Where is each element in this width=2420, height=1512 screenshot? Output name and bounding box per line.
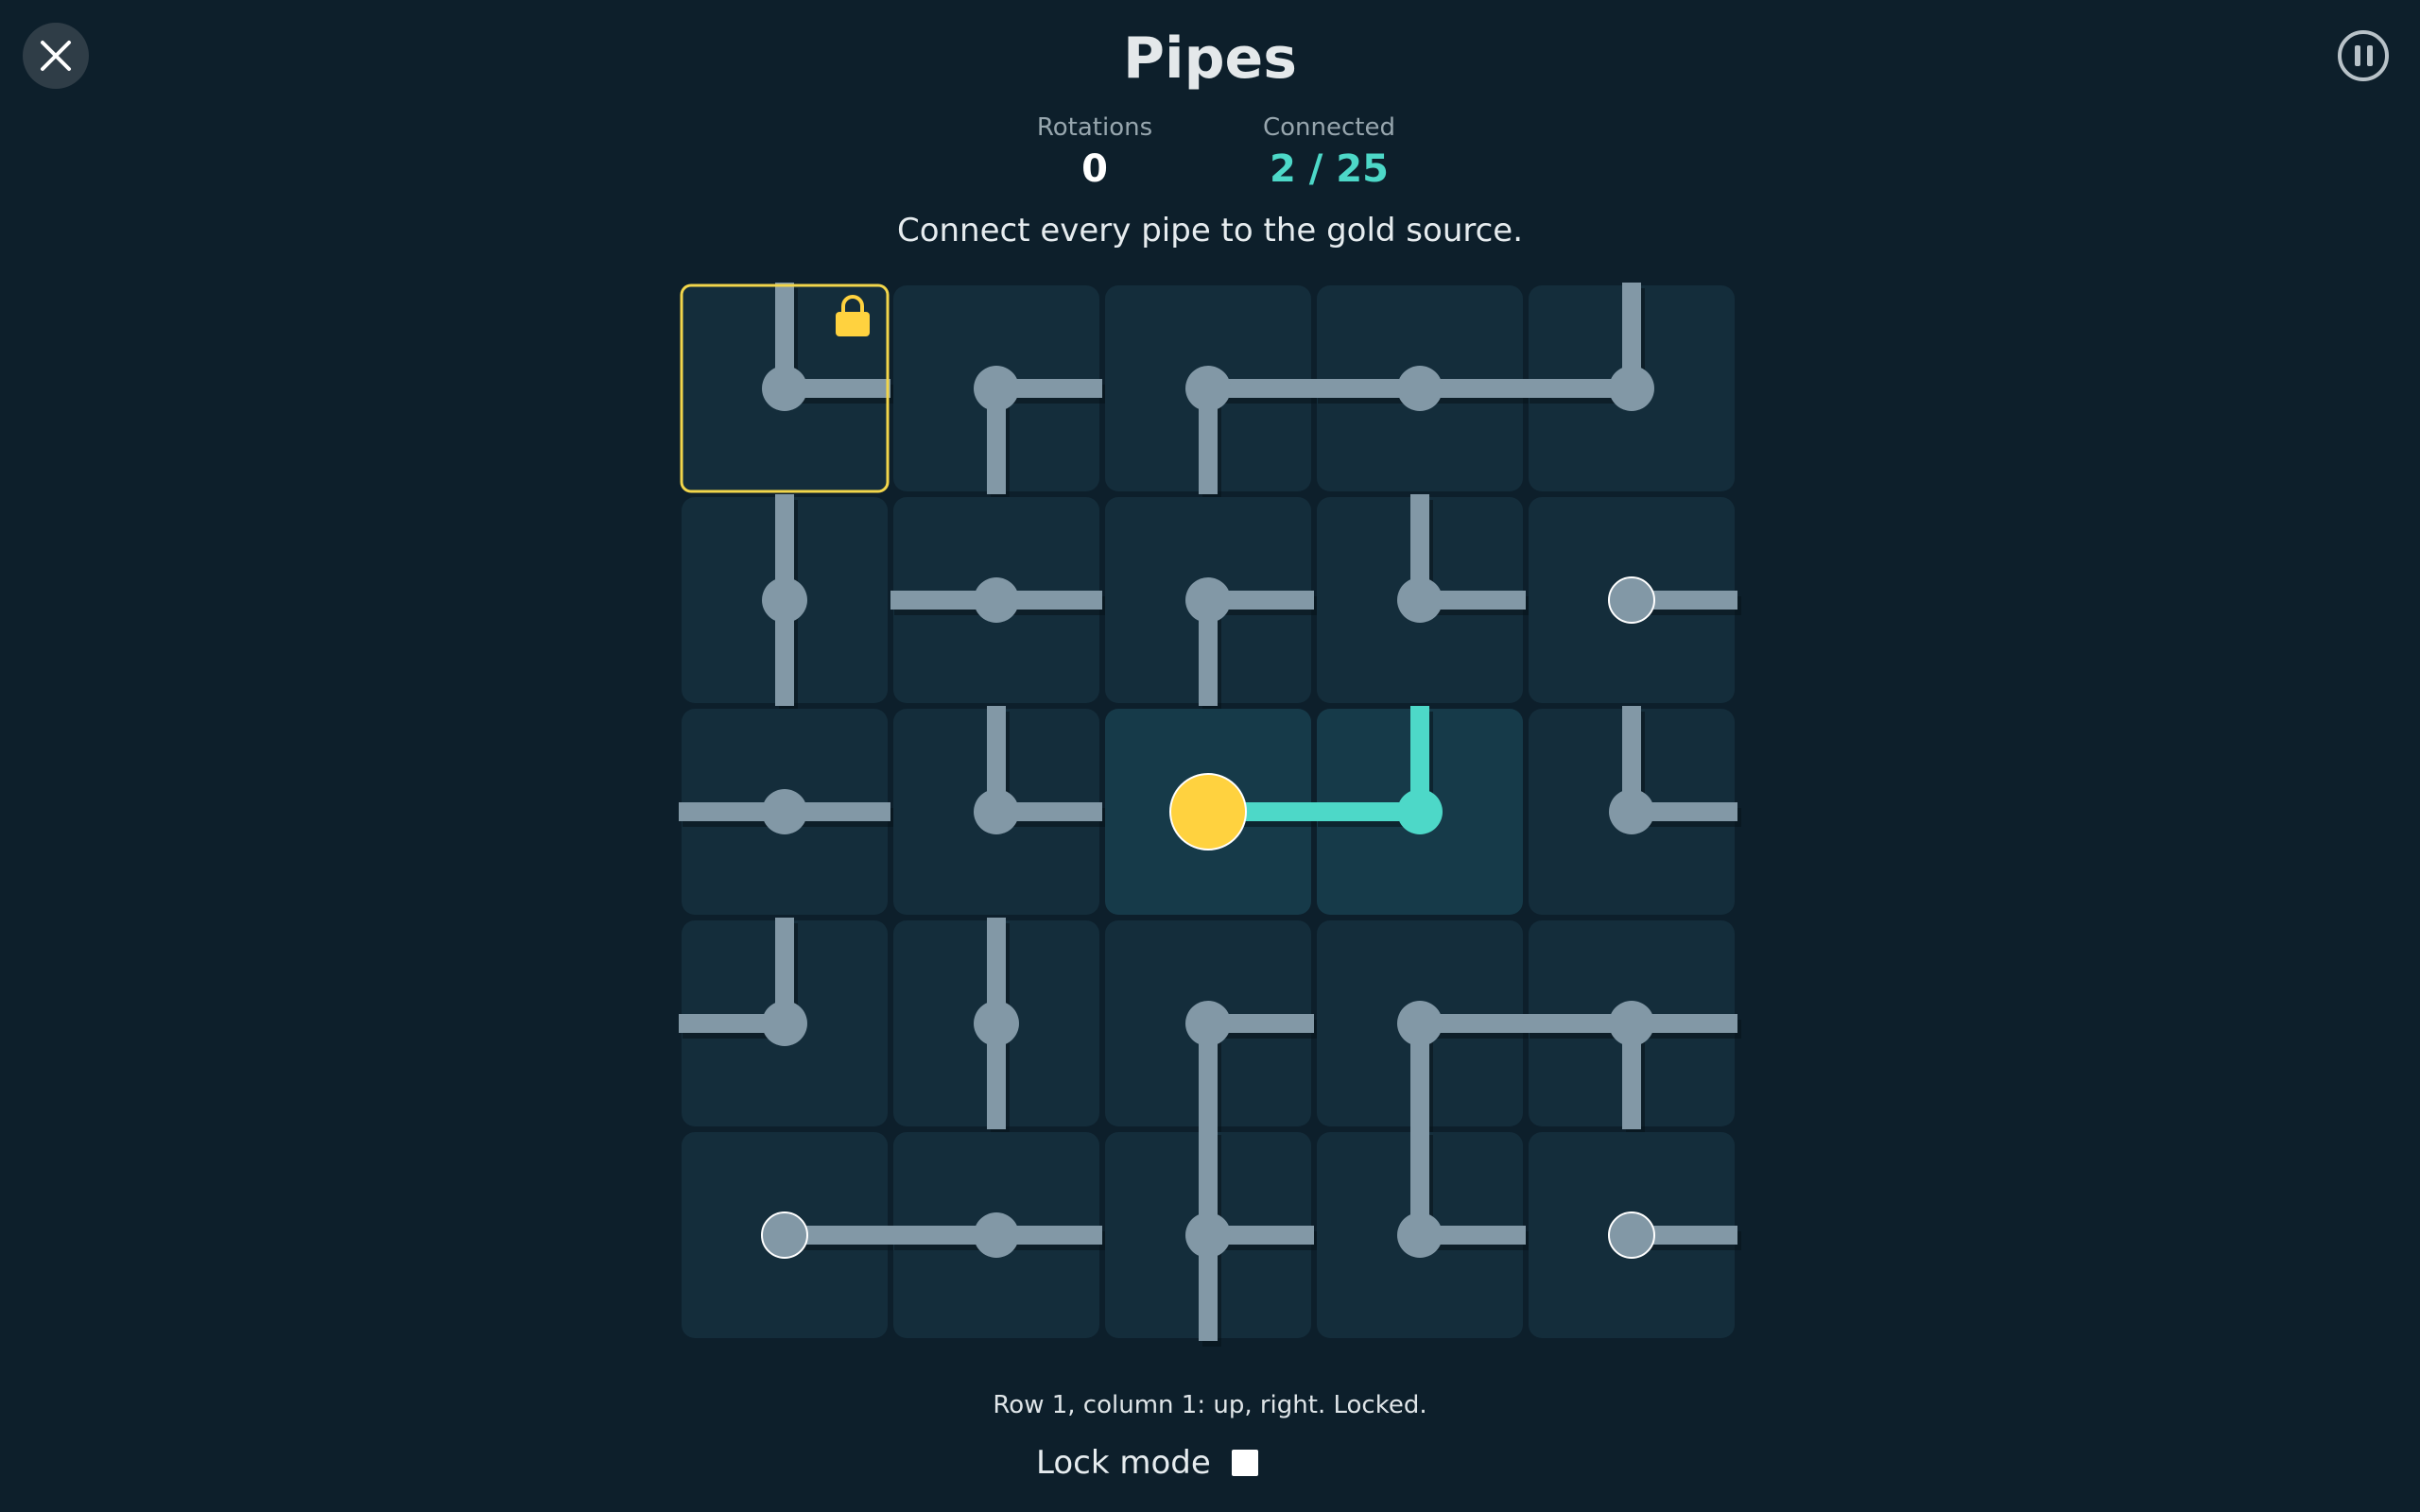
pipe-board bbox=[679, 283, 1741, 1347]
pipe-joint bbox=[762, 577, 807, 623]
pipe-tile-r4-c1[interactable] bbox=[679, 918, 888, 1126]
pipe-joint bbox=[1609, 1001, 1654, 1046]
pipe-tile-r3-c3[interactable] bbox=[1105, 709, 1318, 915]
pipe-tile-r1-c4[interactable] bbox=[1314, 285, 1530, 491]
pipe-joint bbox=[974, 1212, 1019, 1258]
pipe-joint bbox=[974, 1001, 1019, 1046]
pipe-tile-r5-c5[interactable] bbox=[1529, 1132, 1741, 1338]
pipe-tile-r5-c2[interactable] bbox=[890, 1132, 1106, 1338]
gold-source bbox=[1169, 773, 1247, 850]
pipe-joint bbox=[1185, 577, 1231, 623]
pipe-joint bbox=[1609, 366, 1654, 411]
lock-mode-checkbox[interactable] bbox=[1231, 1450, 1258, 1476]
lock-mode-label: Lock mode bbox=[1036, 1444, 1211, 1482]
pipe-joint bbox=[1397, 577, 1443, 623]
pipe-tile-r2-c2[interactable] bbox=[890, 497, 1106, 703]
pipe-joint bbox=[974, 366, 1019, 411]
pipe-endpoint bbox=[1608, 1211, 1655, 1259]
pipe-joint bbox=[974, 789, 1019, 834]
pipe-joint bbox=[1397, 1001, 1443, 1046]
pipe-joint bbox=[1397, 789, 1443, 834]
pipe-tile-r4-c4[interactable] bbox=[1317, 920, 1530, 1135]
pipe-tile-r5-c4[interactable] bbox=[1317, 1129, 1530, 1338]
pipe-tile-r1-c1[interactable] bbox=[680, 283, 894, 493]
pipe-tile-r4-c5[interactable] bbox=[1526, 920, 1741, 1135]
pipe-joint bbox=[1185, 1001, 1231, 1046]
pipe-joint bbox=[762, 789, 807, 834]
pipe-joint bbox=[974, 577, 1019, 623]
pipe-tile-r4-c2[interactable] bbox=[893, 918, 1099, 1135]
pipe-tile-r5-c3[interactable] bbox=[1105, 1129, 1318, 1347]
pipe-tile-r3-c1[interactable] bbox=[679, 709, 894, 915]
pipe-joint bbox=[1397, 366, 1443, 411]
pipe-endpoint bbox=[761, 1211, 808, 1259]
pipe-tile-r2-c1[interactable] bbox=[682, 494, 888, 712]
pipe-tile-r2-c5[interactable] bbox=[1529, 497, 1741, 703]
lock-mode-control: Lock mode bbox=[1036, 1442, 1258, 1484]
pipe-joint bbox=[1185, 1212, 1231, 1258]
status-text: Row 1, column 1: up, right. Locked. bbox=[993, 1391, 1427, 1419]
pipe-tile-r5-c1[interactable] bbox=[682, 1132, 894, 1338]
pipe-tile-r2-c3[interactable] bbox=[1105, 497, 1318, 712]
pipe-endpoint bbox=[1608, 576, 1655, 624]
pipe-tile-r3-c5[interactable] bbox=[1529, 706, 1741, 915]
pipe-joint bbox=[762, 366, 807, 411]
pipe-joint bbox=[1609, 789, 1654, 834]
pipe-tile-r3-c2[interactable] bbox=[893, 706, 1106, 915]
pipe-tile-r3-c4[interactable] bbox=[1314, 706, 1523, 915]
pipe-joint bbox=[1397, 1212, 1443, 1258]
pipe-tile-r1-c2[interactable] bbox=[893, 285, 1106, 500]
pipe-tile-r1-c3[interactable] bbox=[1105, 285, 1318, 500]
pipe-joint bbox=[762, 1001, 807, 1046]
pipe-tile-r2-c4[interactable] bbox=[1317, 494, 1530, 703]
pipe-tile-r4-c3[interactable] bbox=[1105, 920, 1318, 1135]
pipe-tile-r1-c5[interactable] bbox=[1526, 283, 1735, 491]
pipe-joint bbox=[1185, 366, 1231, 411]
